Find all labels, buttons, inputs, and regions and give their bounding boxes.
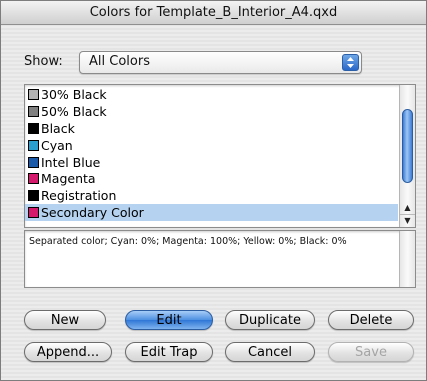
color-info-box: Separated color; Cyan: 0%; Magenta: 100%… bbox=[24, 230, 416, 288]
new-button[interactable]: New bbox=[24, 310, 106, 330]
color-swatch bbox=[28, 173, 39, 185]
color-info-text: Separated color; Cyan: 0%; Magenta: 100%… bbox=[29, 236, 347, 247]
list-item[interactable]: 50% Black bbox=[25, 103, 398, 120]
delete-button[interactable]: Delete bbox=[328, 310, 414, 330]
scrollbar-thumb[interactable] bbox=[402, 109, 413, 183]
list-item[interactable]: Intel Blue bbox=[25, 154, 398, 171]
duplicate-button[interactable]: Duplicate bbox=[225, 310, 315, 330]
color-name: 50% Black bbox=[41, 103, 107, 119]
list-item[interactable]: Black bbox=[25, 120, 398, 137]
color-swatch bbox=[28, 105, 39, 117]
color-name: Registration bbox=[41, 188, 117, 204]
scroll-down-arrow-icon[interactable]: ▼ bbox=[400, 214, 415, 227]
show-popup[interactable]: All Colors bbox=[79, 51, 362, 74]
edit-button[interactable]: Edit bbox=[125, 310, 213, 330]
scroll-up-arrow-icon[interactable]: ▲ bbox=[400, 202, 415, 214]
color-swatch bbox=[28, 139, 39, 151]
edit-trap-button[interactable]: Edit Trap bbox=[125, 342, 213, 362]
list-item[interactable]: Magenta bbox=[25, 170, 398, 187]
color-name: Cyan bbox=[41, 137, 73, 153]
colors-list[interactable]: 30% Black 50% Black Black Cyan Intel Blue Mag… bbox=[24, 84, 416, 228]
colors-list-items: 30% Black 50% Black Black Cyan Intel Blue Mag… bbox=[25, 86, 398, 222]
save-button[interactable]: Save bbox=[328, 342, 414, 362]
list-item[interactable]: 30% Black bbox=[25, 86, 398, 103]
append-button[interactable]: Append... bbox=[24, 342, 112, 362]
color-swatch bbox=[28, 207, 39, 219]
color-name: Secondary Color bbox=[41, 205, 144, 221]
color-name: Intel Blue bbox=[41, 154, 101, 170]
info-scrollbar[interactable] bbox=[399, 231, 415, 287]
colors-list-scrollbar[interactable]: ▲ ▼ bbox=[399, 85, 415, 227]
colors-dialog: Colors for Template_B_Interior_A4.qxd Sh… bbox=[0, 0, 427, 381]
dialog-title: Colors for Template_B_Interior_A4.qxd bbox=[1, 1, 426, 25]
color-swatch bbox=[28, 89, 39, 100]
show-popup-value: All Colors bbox=[89, 54, 150, 69]
list-item[interactable]: Registration bbox=[25, 187, 398, 204]
color-swatch bbox=[28, 122, 39, 134]
updown-arrows-icon bbox=[342, 54, 359, 71]
show-label: Show: bbox=[24, 54, 63, 69]
color-swatch bbox=[28, 190, 39, 202]
cancel-button[interactable]: Cancel bbox=[225, 342, 315, 362]
color-name: Black bbox=[41, 120, 75, 136]
list-item[interactable]: Cyan bbox=[25, 137, 398, 154]
color-swatch bbox=[28, 156, 39, 168]
color-name: 30% Black bbox=[41, 87, 107, 102]
list-item[interactable]: Secondary Color bbox=[25, 204, 398, 222]
color-name: Magenta bbox=[41, 171, 96, 187]
